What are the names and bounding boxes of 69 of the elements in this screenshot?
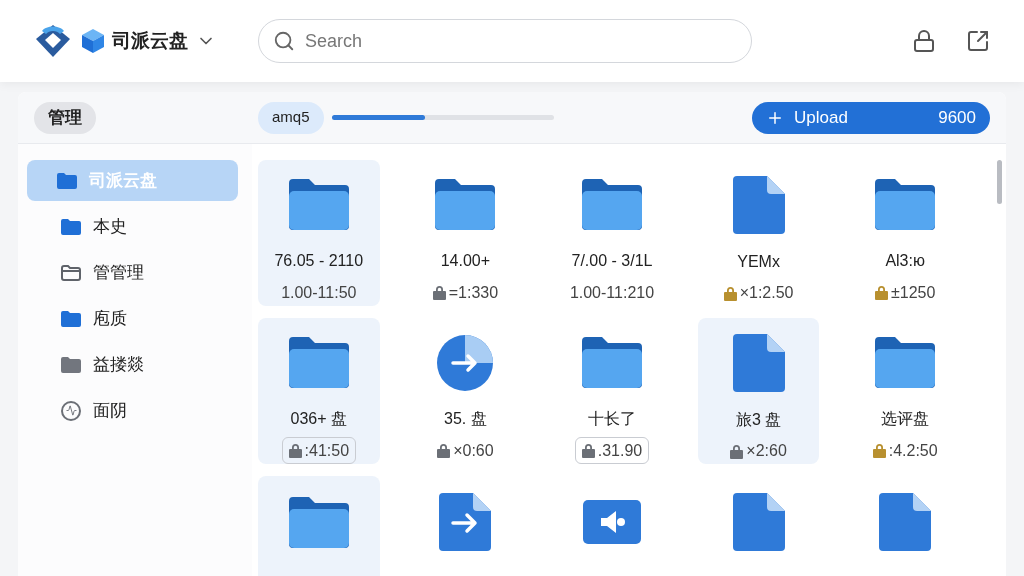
file-tile[interactable]: 76.05 - 2110 1.00-11:50 (258, 160, 380, 306)
folder-icon (582, 179, 642, 231)
file-name: Al3:ю (885, 251, 925, 272)
folder-icon (288, 496, 349, 548)
file-icon (732, 493, 785, 551)
file-name: 35. 盘 (444, 409, 487, 430)
sidebar-item[interactable]: 庖质 (27, 298, 238, 339)
arrow-circle-icon (437, 334, 494, 391)
file-icon (879, 493, 932, 551)
speaker-icon (583, 500, 641, 544)
file-tile[interactable]: 35. 盘 ×0:60 (404, 318, 527, 464)
folder-icon (61, 218, 81, 235)
file-meta: ±1250 (875, 279, 936, 306)
file-tile[interactable]: 14.00+ =1:330 (404, 160, 527, 306)
file-name: 旅3 盘 (735, 410, 782, 430)
file-name: 选评盘 (881, 409, 930, 430)
sidebar-item[interactable]: 管管理 (27, 252, 238, 293)
activity-icon (61, 400, 81, 421)
file-icon (732, 176, 785, 234)
file-tile[interactable]: YEMx ×1:2.50 (697, 160, 820, 306)
logo-icon (34, 23, 72, 59)
app-name: 司派云盘 (112, 28, 188, 53)
folder-icon (61, 356, 81, 373)
file-tile[interactable]: 7/.00 - 3/1L 1.00-11:210 (551, 160, 673, 306)
folder-icon (288, 337, 349, 389)
file-name: 14.00+ (440, 251, 491, 272)
folder-icon (435, 179, 496, 231)
file-name: 036+ 盘 (290, 409, 348, 430)
scrollbar (997, 160, 1002, 204)
file-meta: ×2:60 (730, 438, 787, 464)
search-field[interactable]: Search (258, 19, 752, 63)
zoom-slider[interactable] (331, 115, 554, 120)
search-icon (273, 30, 295, 52)
sidebar-item[interactable]: 本史 (27, 206, 238, 247)
file-tile[interactable]: 旅3 盘 ×2:60 (697, 318, 820, 464)
sidebar-item[interactable]: 益搂燚 (27, 344, 238, 385)
zoom-label: amq5 (258, 101, 324, 134)
file-tile[interactable]: 选评盘 :4.2:50 (844, 318, 966, 464)
upload-button[interactable]: Upload 9600 (752, 101, 990, 134)
file-name: 7/.00 - 3/1L (571, 251, 653, 272)
file-meta: .31.90 (574, 437, 650, 464)
file-icon (732, 334, 785, 392)
file-name: 十长了 (588, 409, 636, 430)
manage-button[interactable]: 管理 (34, 101, 96, 134)
lock-icon[interactable] (912, 29, 936, 53)
file-meta: 1.00-11:50 (281, 282, 357, 303)
folder-icon (61, 310, 81, 327)
folder-icon (61, 264, 81, 281)
file-meta: 1.00-11:210 (569, 282, 655, 303)
cube-icon (82, 29, 104, 53)
folder-icon (288, 179, 349, 231)
search-field[interactable]: Search (305, 27, 737, 55)
folder-icon (582, 337, 642, 389)
file-meta: :41:50 (281, 437, 357, 464)
file-tile[interactable]: Al3:ю ±1250 (844, 160, 966, 306)
file-meta: =1:330 (432, 279, 499, 306)
sidebar-item[interactable]: 面阴 (27, 390, 238, 431)
file-meta: ×1:2.50 (723, 280, 794, 306)
file-arrow-icon (439, 493, 492, 551)
file-name: YEMx (737, 252, 780, 272)
share-icon[interactable] (966, 29, 990, 53)
folder-icon (875, 337, 936, 389)
file-tile[interactable]: 十长了 .31.90 (551, 318, 673, 464)
folder-icon (57, 172, 77, 189)
file-tile[interactable]: 036+ 盘 :41:50 (258, 318, 380, 464)
file-meta: :4.2:50 (872, 437, 938, 464)
file-name: 76.05 - 2110 (274, 251, 364, 272)
file-meta: ×0:60 (437, 437, 494, 464)
folder-icon (875, 179, 936, 231)
